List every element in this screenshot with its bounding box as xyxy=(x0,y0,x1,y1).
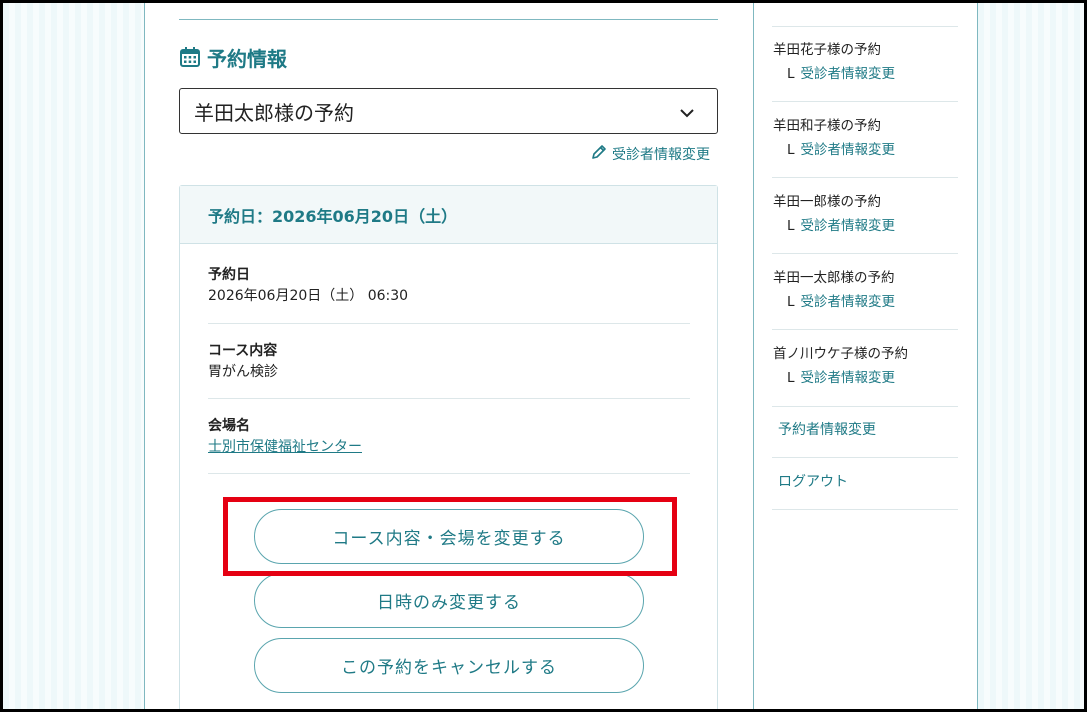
background-right xyxy=(978,3,1084,709)
examinee-info-edit-label: 受診者情報変更 xyxy=(612,147,710,163)
pencil-icon xyxy=(590,143,608,165)
sidebar-reserver-info-change[interactable]: 予約者情報変更 xyxy=(778,421,876,439)
row-label: 予約日 xyxy=(208,267,250,283)
sidebar-divider-line xyxy=(772,406,958,407)
row-label: 会場名 xyxy=(208,418,250,434)
row-venue: 会場名 士別市保健福祉センター xyxy=(208,416,690,457)
sidebar-divider-line xyxy=(772,101,958,102)
reservation-card: 予約日：2026年06月20日（土） 予約日 2026年06月20日（土） 06… xyxy=(179,185,718,712)
sidebar-item-reservation[interactable]: 羊田花子様の予約 xyxy=(773,41,881,59)
row-divider xyxy=(208,398,690,399)
examinee-info-edit-link[interactable]: 受診者情報変更 xyxy=(590,144,710,164)
sidebar-divider-line xyxy=(772,457,958,458)
sidebar-item-reservation[interactable]: 羊田和子様の予約 xyxy=(773,117,881,135)
sidebar-subitem-edit[interactable]: L 受診者情報変更 xyxy=(787,141,895,159)
sidebar-item-reservation[interactable]: 羊田一太郎様の予約 xyxy=(773,269,895,287)
top-rule xyxy=(179,19,718,20)
sidebar-item-reservation[interactable]: 首ノ川ウケ子様の予約 xyxy=(773,345,908,363)
row-date: 予約日 2026年06月20日（土） 06:30 xyxy=(208,265,690,306)
card-header: 予約日：2026年06月20日（土） xyxy=(180,186,717,244)
sidebar-subitem-edit[interactable]: L 受診者情報変更 xyxy=(787,65,895,83)
sidebar-subitem-edit[interactable]: L 受診者情報変更 xyxy=(787,369,895,387)
sidebar-divider-line xyxy=(772,509,958,510)
reservation-select-value: 羊田太郎様の予約 xyxy=(194,100,354,125)
section-title: 予約情報 xyxy=(179,42,287,72)
row-divider xyxy=(208,473,690,474)
sidebar-divider-line xyxy=(772,177,958,178)
sidebar-subitem-edit[interactable]: L 受診者情報変更 xyxy=(787,217,895,235)
change-course-venue-button[interactable]: コース内容・会場を変更する xyxy=(254,509,644,564)
cancel-reservation-button[interactable]: この予約をキャンセルする xyxy=(254,638,644,693)
sidebar-subitem-edit[interactable]: L 受診者情報変更 xyxy=(787,293,895,311)
calendar-icon xyxy=(179,46,201,68)
row-value: 2026年06月20日（土） 06:30 xyxy=(208,288,409,304)
sidebar-divider-line xyxy=(772,329,958,330)
change-datetime-button[interactable]: 日時のみ変更する xyxy=(254,573,644,628)
sidebar-divider-line xyxy=(772,26,958,27)
sidebar-logout[interactable]: ログアウト xyxy=(778,473,848,491)
reservation-select[interactable]: 羊田太郎様の予約 xyxy=(179,88,718,134)
venue-link[interactable]: 士別市保健福祉センター xyxy=(208,437,690,457)
sidebar-item-reservation[interactable]: 羊田一郎様の予約 xyxy=(773,193,881,211)
sidebar-divider xyxy=(753,3,754,709)
chevron-down-icon xyxy=(679,99,695,123)
sidebar-divider-line xyxy=(772,253,958,254)
row-divider xyxy=(208,323,690,324)
row-course: コース内容 胃がん検診 xyxy=(208,341,690,382)
row-label: コース内容 xyxy=(208,343,278,359)
background-left xyxy=(3,3,144,709)
section-title-text: 予約情報 xyxy=(207,46,287,71)
row-value: 胃がん検診 xyxy=(208,364,278,380)
